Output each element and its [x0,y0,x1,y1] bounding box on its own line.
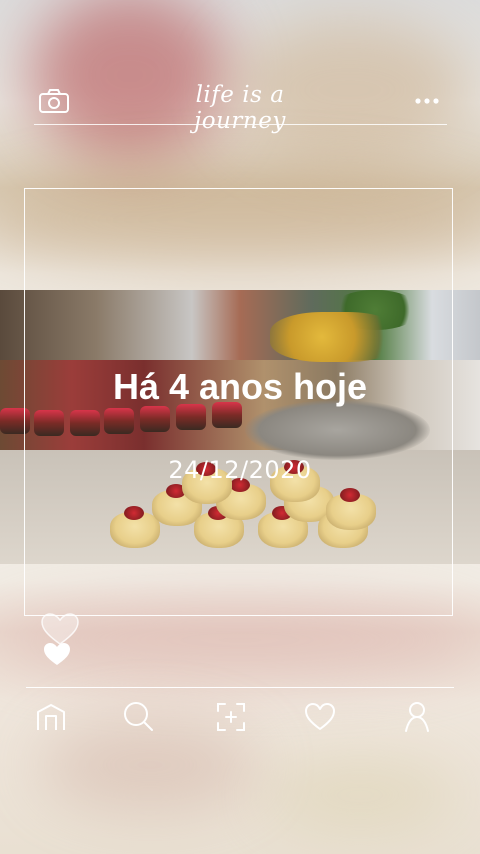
more-options-icon[interactable] [412,92,444,108]
heart-filled-icon[interactable] [43,642,71,666]
profile-icon[interactable] [400,700,434,734]
add-photo-icon[interactable] [214,700,248,734]
app-title: life is a journey [194,82,286,134]
header-divider [34,124,447,125]
camera-icon[interactable] [38,88,70,114]
search-icon[interactable] [121,700,155,734]
nav-divider [26,687,454,688]
memory-date: 24/12/2020 [168,456,312,484]
home-icon[interactable] [34,700,68,734]
memory-title: Há 4 anos hoje [112,366,368,407]
favorites-icon[interactable] [303,700,337,734]
